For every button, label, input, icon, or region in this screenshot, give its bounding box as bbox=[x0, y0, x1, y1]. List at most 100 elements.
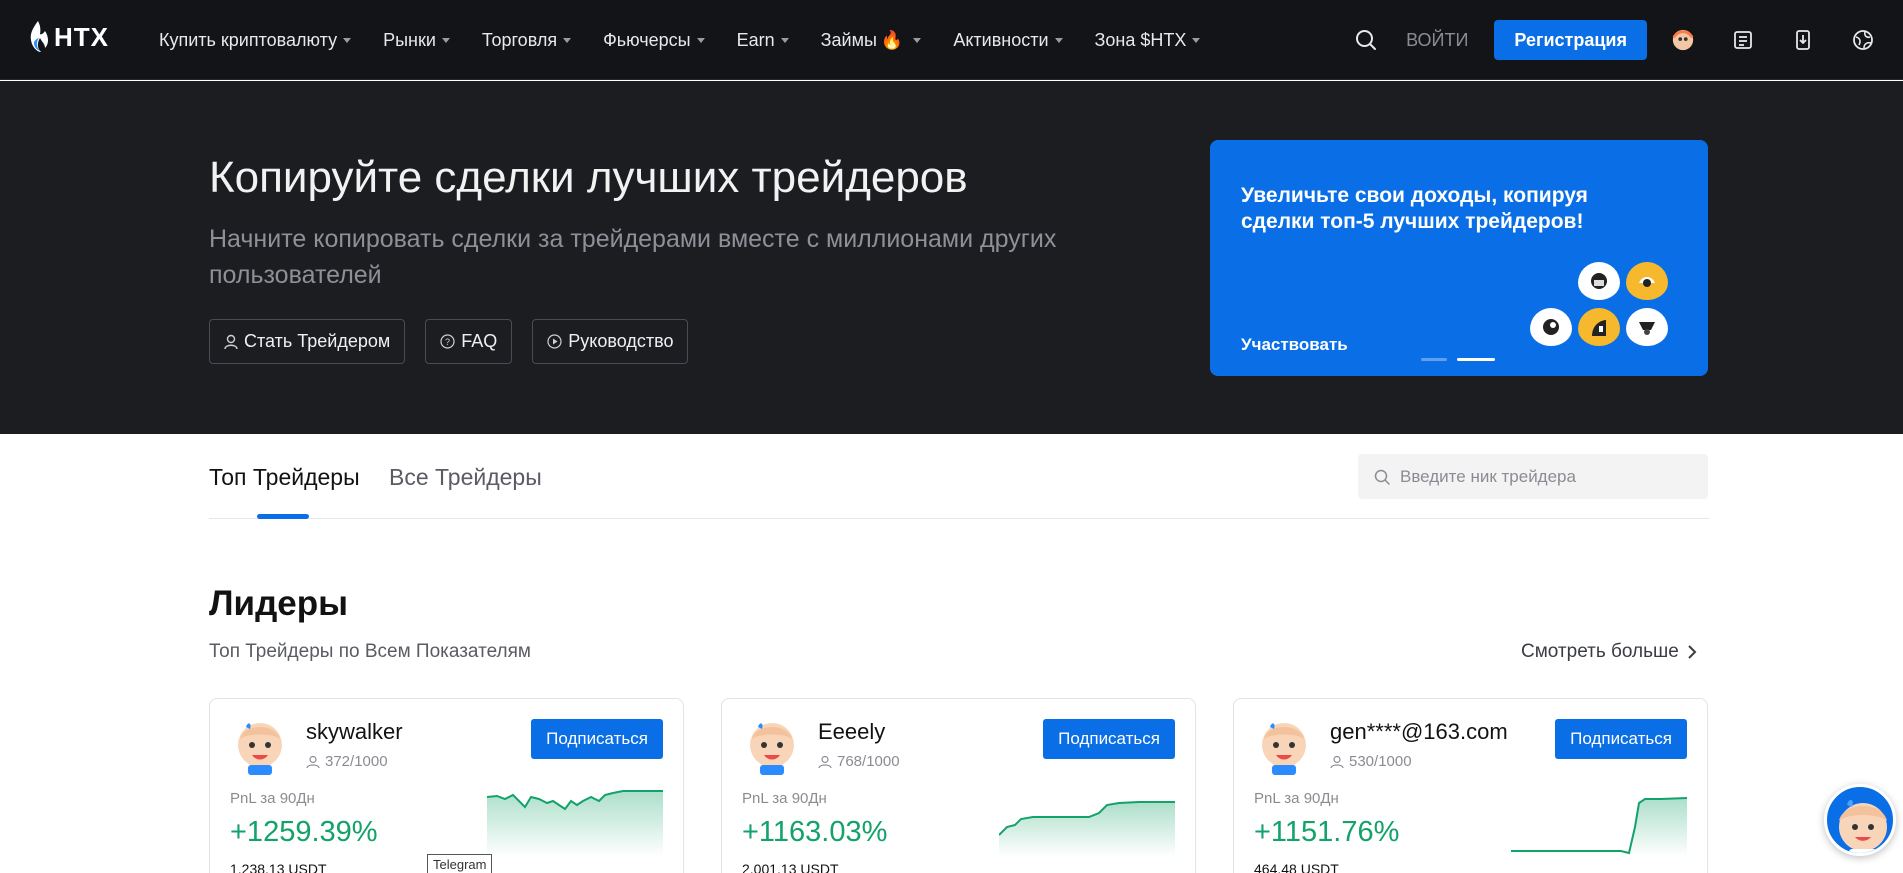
flame-logo-icon bbox=[30, 21, 48, 52]
trader-card[interactable]: skywalker 372/1000 Подписаться PnL за 90… bbox=[209, 698, 684, 873]
caret-down-icon bbox=[696, 37, 705, 43]
tab-all-traders[interactable]: Все Трейдеры bbox=[389, 464, 542, 491]
carousel-dots bbox=[1421, 358, 1495, 361]
leaders-title: Лидеры bbox=[209, 584, 349, 623]
pnl-label: PnL за 90Дн bbox=[230, 790, 315, 807]
nav-activities[interactable]: Активности bbox=[953, 29, 1063, 51]
trader-search-input[interactable] bbox=[1400, 466, 1690, 487]
guide-button[interactable]: Руководство bbox=[532, 319, 689, 364]
trader-avatar bbox=[750, 723, 794, 775]
trader-name[interactable]: gen****@163.com bbox=[1330, 719, 1508, 745]
nav-label: Зона $HTX bbox=[1094, 29, 1187, 50]
user-icon bbox=[306, 755, 320, 768]
nav-buy-crypto[interactable]: Купить криптовалюту bbox=[159, 29, 352, 51]
promo-banner[interactable]: Увеличьте свои доходы, копируя сделки то… bbox=[1210, 140, 1708, 376]
become-trader-button[interactable]: Стать Трейдером bbox=[209, 319, 406, 364]
caret-down-icon bbox=[441, 37, 450, 43]
htx-logo[interactable]: HTX bbox=[28, 20, 109, 54]
hero-actions: Стать Трейдером ? FAQ Руководство bbox=[209, 319, 689, 364]
trader-card[interactable]: gen****@163.com 530/1000 Подписаться PnL… bbox=[1233, 698, 1708, 873]
nav-label: Займы bbox=[820, 29, 877, 50]
followers-count: 530/1000 bbox=[1330, 753, 1412, 770]
pnl-amount: 2,001.13 USDT bbox=[742, 861, 839, 873]
nav-label: Фьючерсы bbox=[603, 29, 691, 50]
trader-name[interactable]: Eeeely bbox=[818, 719, 885, 745]
avatar-icon[interactable] bbox=[1671, 28, 1695, 52]
subscribe-button[interactable]: Подписаться bbox=[1043, 719, 1175, 759]
header-actions: ВОЙТИ Регистрация bbox=[1354, 0, 1875, 80]
telegram-tooltip: Telegram bbox=[427, 854, 493, 873]
pnl-label: PnL за 90Дн bbox=[1254, 790, 1339, 807]
orders-icon[interactable] bbox=[1731, 28, 1755, 52]
user-icon bbox=[224, 334, 238, 349]
trader-tabs: Топ Трейдеры Все Трейдеры bbox=[209, 434, 1709, 519]
play-icon bbox=[547, 334, 562, 349]
faq-button[interactable]: ? FAQ bbox=[425, 319, 513, 364]
promo-participate-link[interactable]: Участвовать bbox=[1241, 335, 1348, 355]
login-link[interactable]: ВОЙТИ bbox=[1406, 30, 1468, 51]
caret-down-icon bbox=[1054, 37, 1063, 43]
user-icon bbox=[818, 755, 832, 768]
caret-down-icon bbox=[563, 37, 572, 43]
nav-futures[interactable]: Фьючерсы bbox=[603, 30, 705, 51]
trader-avatar-icon bbox=[1530, 308, 1572, 350]
pnl-value: +1151.76% bbox=[1254, 816, 1400, 848]
register-button[interactable]: Регистрация bbox=[1494, 20, 1647, 60]
leaders-subtitle: Топ Трейдеры по Всем Показателям bbox=[209, 641, 531, 662]
nav-markets[interactable]: Рынки bbox=[383, 30, 450, 51]
nav-htx-zone[interactable]: Зона $HTX bbox=[1095, 30, 1201, 51]
nav-loans[interactable]: Займы 🔥 bbox=[821, 30, 922, 51]
nav-label: Купить криптовалюту bbox=[159, 29, 338, 50]
nav-trade[interactable]: Торговля bbox=[481, 29, 572, 51]
svg-text:?: ? bbox=[445, 337, 450, 347]
trader-avatar bbox=[238, 723, 282, 775]
carousel-dot-active[interactable] bbox=[1457, 358, 1495, 361]
carousel-dot[interactable] bbox=[1421, 358, 1447, 361]
download-icon[interactable] bbox=[1791, 28, 1815, 52]
promo-title: Увеличьте свои доходы, копируя сделки то… bbox=[1241, 184, 1588, 233]
language-icon[interactable] bbox=[1851, 28, 1875, 52]
trader-search[interactable] bbox=[1358, 454, 1708, 499]
question-icon: ? bbox=[440, 334, 455, 349]
pnl-value: +1163.03% bbox=[742, 816, 888, 848]
trader-avatar-icon bbox=[1626, 308, 1668, 350]
pnl-value: +1259.39% bbox=[230, 816, 378, 848]
brand-name: HTX bbox=[54, 21, 109, 52]
tab-top-traders[interactable]: Топ Трейдеры bbox=[209, 464, 360, 491]
subscribe-button[interactable]: Подписаться bbox=[531, 719, 663, 759]
caret-down-icon bbox=[780, 37, 789, 43]
search-icon[interactable] bbox=[1354, 28, 1378, 52]
pnl-sparkline bbox=[999, 801, 1175, 857]
pnl-amount: 464.48 USDT bbox=[1254, 861, 1339, 873]
chevron-right-icon bbox=[1688, 645, 1697, 659]
pnl-sparkline bbox=[487, 790, 663, 857]
promo-trader-avatars bbox=[1530, 262, 1690, 362]
support-chat-button[interactable] bbox=[1824, 784, 1896, 856]
pnl-amount: 1,238.13 USDT bbox=[230, 861, 327, 873]
pnl-label: PnL за 90Дн bbox=[742, 790, 827, 807]
followers-count: 372/1000 bbox=[306, 753, 388, 770]
button-label: Руководство bbox=[568, 331, 674, 351]
nav-label: Активности bbox=[953, 29, 1049, 50]
user-icon bbox=[1330, 755, 1344, 768]
search-icon bbox=[1374, 469, 1390, 485]
pnl-sparkline bbox=[1511, 797, 1687, 857]
top-navigation: HTX Купить криптовалюту Рынки Торговля Ф… bbox=[0, 0, 1903, 80]
view-more-link[interactable]: Смотреть больше bbox=[1521, 641, 1697, 663]
trader-card[interactable]: Eeeely 768/1000 Подписаться PnL за 90Дн … bbox=[721, 698, 1196, 873]
support-mascot-icon bbox=[1839, 799, 1887, 853]
nav-label: Торговля bbox=[481, 29, 558, 50]
trader-name[interactable]: skywalker bbox=[306, 719, 403, 745]
caret-down-icon bbox=[913, 37, 922, 43]
caret-down-icon bbox=[1192, 37, 1201, 43]
caret-down-icon bbox=[343, 37, 352, 43]
button-label: FAQ bbox=[461, 331, 498, 351]
nav-earn[interactable]: Earn bbox=[737, 30, 789, 51]
main-menu: Купить криптовалюту Рынки Торговля Фьюче… bbox=[159, 0, 1232, 80]
trader-avatar-icon bbox=[1626, 262, 1668, 304]
active-tab-indicator bbox=[257, 514, 309, 519]
followers-value: 372/1000 bbox=[325, 753, 388, 770]
subscribe-button[interactable]: Подписаться bbox=[1555, 719, 1687, 759]
view-more-label: Смотреть больше bbox=[1521, 641, 1679, 662]
trader-avatar-icon bbox=[1578, 308, 1620, 350]
